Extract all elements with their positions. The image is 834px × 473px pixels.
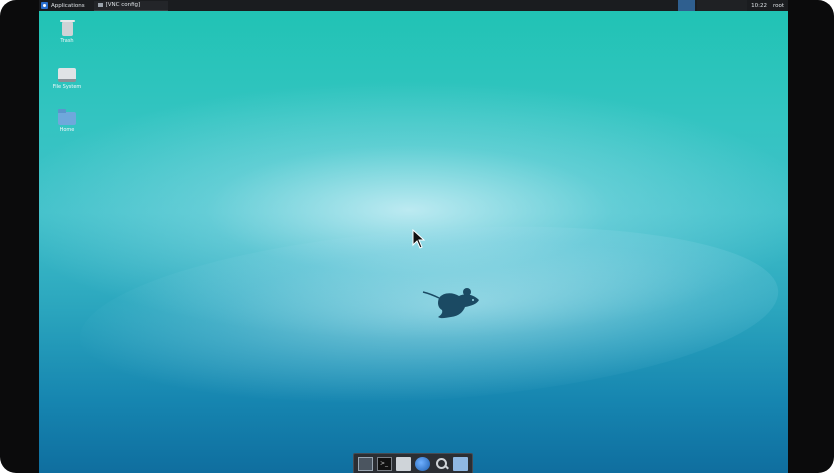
bottom-dock: >_ <box>353 453 473 473</box>
desktop-icon-label: Home <box>59 127 75 133</box>
taskbar-item-vnc-config[interactable]: [VNC config] <box>93 0 168 11</box>
desktop-icon-file-system[interactable]: File System <box>47 68 87 90</box>
magnifier-icon[interactable] <box>434 457 449 471</box>
applications-label: Applications <box>51 2 85 9</box>
folder-icon[interactable] <box>453 456 468 471</box>
home-folder-icon <box>58 109 76 125</box>
taskbar-item-label: [VNC config] <box>105 2 141 8</box>
terminal-icon[interactable]: >_ <box>377 456 392 471</box>
xfce-mouse-logo <box>422 288 479 319</box>
globe-icon[interactable] <box>415 456 430 471</box>
workspace-switcher-active[interactable] <box>678 0 696 11</box>
trash-icon <box>59 20 75 36</box>
show-desktop-icon[interactable] <box>358 456 373 471</box>
desktop-icon-label: File System <box>52 84 82 90</box>
desktop-icon-home[interactable]: Home <box>47 109 87 133</box>
terminal-glyph: >_ <box>380 459 389 467</box>
top-panel: Applications [VNC config] 10:22 root <box>39 0 788 11</box>
user-menu[interactable]: root <box>773 3 784 9</box>
xfce-menu-icon <box>41 2 48 9</box>
device-frame: Trash File System Home Applications [VNC… <box>0 0 834 473</box>
desktop-icon-trash[interactable]: Trash <box>47 20 87 44</box>
drive-icon <box>58 68 76 82</box>
mouse-pointer-icon <box>412 229 426 249</box>
files-icon[interactable] <box>396 456 411 471</box>
applications-menu-button[interactable]: Applications <box>39 0 88 11</box>
panel-clock[interactable]: 10:22 <box>751 3 767 9</box>
workspace-switcher[interactable] <box>697 0 748 11</box>
desktop-icon-label: Trash <box>60 38 74 44</box>
window-icon <box>97 3 103 7</box>
desktop-wallpaper[interactable]: Trash File System Home <box>39 0 788 473</box>
